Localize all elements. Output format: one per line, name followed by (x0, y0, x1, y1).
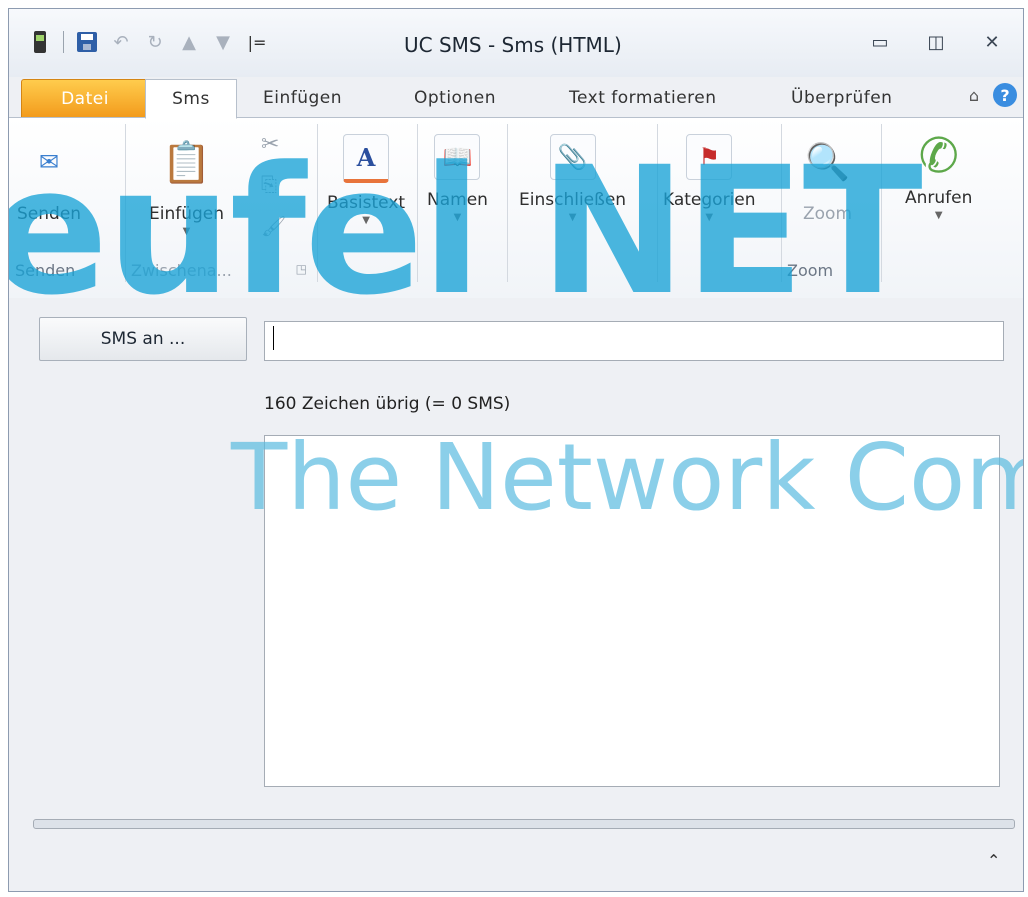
send-button[interactable]: ✉ Senden (17, 140, 81, 224)
tab-sms[interactable]: Sms (145, 79, 237, 119)
group-einschliessen: 📎 Einschließen ▼ (507, 124, 658, 282)
flag-icon: ⚑ (686, 134, 733, 180)
help-icon[interactable]: ? (993, 83, 1017, 107)
expand-collapse-icon[interactable]: ⌃ (987, 851, 1000, 870)
chevron-down-icon: ▼ (362, 215, 370, 226)
ribbon-controls: ⌂ ? (969, 83, 1017, 107)
sms-to-button[interactable]: SMS an ... (39, 317, 247, 361)
tab-text-formatieren[interactable]: Text formatieren (569, 79, 717, 117)
envelope-icon: ✉ (38, 148, 60, 176)
chevron-down-icon: ▼ (453, 212, 462, 223)
zoom-button[interactable]: 🔍 Zoom (803, 140, 852, 224)
tab-einfuegen[interactable]: Einfügen (263, 79, 342, 117)
window-title: UC SMS - Sms (HTML) (404, 33, 622, 57)
sms-window: ↶ ↻ ▲ ▼ |= UC SMS - Sms (HTML) ▭ ◫ ✕ Dat… (8, 8, 1024, 892)
compose-area: SMS an ... 160 Zeichen übrig (= 0 SMS) ⌃ (9, 298, 1023, 891)
ribbon-tabs: Datei Sms Einfügen Optionen Text formati… (9, 75, 1023, 119)
minimize-ribbon-icon[interactable]: ⌂ (969, 86, 979, 105)
group-zoom: 🔍 Zoom Zoom (781, 124, 882, 282)
clipboard-icon: 📋 (161, 139, 212, 186)
group-kategorien: ⚑ Kategorien ▼ (657, 124, 782, 282)
previous-item-icon[interactable]: ▲ (178, 31, 200, 53)
chevron-down-icon: ▼ (705, 212, 714, 223)
chevron-down-icon: ▼ (182, 226, 191, 237)
group-zwischenablage: 📋 Einfügen ▼ ✂ ⎘ 🖌 Zwischena... ◳ (125, 124, 318, 282)
namen-button[interactable]: 📖 Namen ▼ (427, 134, 488, 223)
customize-qat-icon[interactable]: |= (246, 31, 268, 53)
next-item-icon[interactable]: ▼ (212, 31, 234, 53)
message-body-input[interactable] (264, 435, 1000, 787)
chevron-down-icon: ▼ (934, 210, 943, 221)
window-controls: ▭ ◫ ✕ (857, 27, 1015, 57)
chevron-down-icon: ▼ (568, 212, 577, 223)
dialog-launcher-icon[interactable]: ◳ (296, 262, 307, 276)
group-namen: 📖 Namen ▼ (417, 124, 508, 282)
basistext-button[interactable]: A Basistext ▼ (327, 134, 405, 226)
magnifier-icon: 🔍 (805, 142, 850, 183)
tab-optionen[interactable]: Optionen (414, 79, 496, 117)
save-icon[interactable] (76, 31, 98, 53)
quick-access-toolbar: ↶ ↻ ▲ ▼ |= (29, 29, 268, 55)
paste-button[interactable]: 📋 Einfügen ▼ (149, 139, 224, 238)
kategorien-button[interactable]: ⚑ Kategorien ▼ (663, 134, 756, 223)
tab-datei[interactable]: Datei (21, 79, 149, 118)
group-label-zwischenablage: Zwischena... (131, 261, 232, 280)
character-counter: 160 Zeichen übrig (= 0 SMS) (264, 394, 511, 414)
paperclip-icon: 📎 (549, 134, 596, 180)
einschliessen-button[interactable]: 📎 Einschließen ▼ (519, 134, 626, 223)
format-painter-icon[interactable]: 🖌 (261, 214, 286, 238)
phone-app-icon[interactable] (29, 31, 51, 53)
text-caret (273, 326, 274, 350)
tab-ueberpruefen[interactable]: Überprüfen (791, 79, 892, 117)
group-label-zoom: Zoom (787, 261, 834, 280)
anrufen-button[interactable]: ✆ Anrufen ▼ (905, 128, 972, 221)
undo-icon[interactable]: ↶ (110, 31, 132, 53)
group-senden: ✉ Senden Senden (9, 124, 126, 282)
maximize-icon[interactable]: ◫ (913, 27, 959, 57)
people-pane-bar[interactable] (33, 819, 1015, 829)
ribbon: ✉ Senden Senden 📋 Einfügen ▼ ✂ ⎘ 🖌 Zwisc… (9, 117, 1023, 299)
title-bar: ↶ ↻ ▲ ▼ |= UC SMS - Sms (HTML) ▭ ◫ ✕ (9, 9, 1023, 77)
close-icon[interactable]: ✕ (969, 27, 1015, 57)
redo-icon[interactable]: ↻ (144, 31, 166, 53)
qat-divider (63, 31, 64, 53)
group-anrufen: ✆ Anrufen ▼ (881, 124, 1023, 282)
address-book-icon: 📖 (434, 134, 481, 180)
phone-call-icon: ✆ (918, 128, 959, 184)
group-basistext: A Basistext ▼ (317, 124, 418, 282)
cut-icon[interactable]: ✂ (261, 132, 279, 157)
group-label-senden: Senden (15, 261, 76, 280)
recipient-input[interactable] (264, 321, 1004, 361)
minimize-icon[interactable]: ▭ (857, 27, 903, 57)
copy-icon[interactable]: ⎘ (261, 172, 277, 196)
font-color-icon: A (343, 134, 390, 183)
